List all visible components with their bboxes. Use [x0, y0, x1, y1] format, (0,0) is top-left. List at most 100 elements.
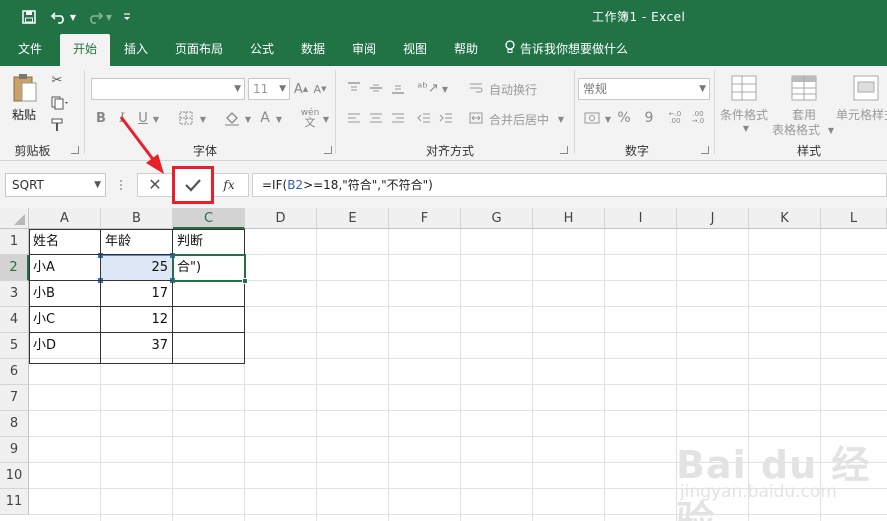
row-header[interactable]: 9	[0, 437, 29, 463]
align-right-icon[interactable]	[388, 108, 408, 128]
tell-me-search[interactable]: 告诉我你想要做什么	[504, 34, 628, 66]
insert-function-button[interactable]: fx	[219, 175, 239, 195]
customize-quick-access-icon[interactable]	[120, 7, 134, 27]
tab-file[interactable]: 文件	[8, 34, 52, 66]
number-launcher-icon[interactable]	[701, 146, 709, 154]
chevron-down-icon[interactable]: ▼	[826, 124, 836, 136]
align-bottom-icon[interactable]	[388, 78, 408, 98]
column-header[interactable]: L	[821, 208, 887, 229]
clipboard-launcher-icon[interactable]	[71, 146, 79, 154]
orientation-icon[interactable]: ᵃᵇ↗	[416, 78, 440, 98]
decrease-decimal-icon[interactable]: .00 →.0	[688, 108, 708, 128]
column-header[interactable]: D	[245, 208, 317, 229]
increase-decimal-icon[interactable]: ←.0.00	[665, 108, 685, 128]
worksheet-grid[interactable]: A B C D E F G H I J K L 1 2 3 4 5 6 7 8 …	[0, 208, 887, 521]
number-format-combo[interactable]: 常规 ▼	[578, 78, 710, 100]
column-header[interactable]: I	[605, 208, 677, 229]
cell-a5[interactable]: 小D	[29, 333, 100, 358]
cell-b2[interactable]: 25	[101, 255, 172, 280]
merge-center-icon[interactable]	[466, 108, 486, 128]
column-header[interactable]: G	[461, 208, 533, 229]
save-icon[interactable]	[19, 7, 39, 27]
name-box[interactable]: SQRT ▼	[5, 173, 106, 197]
cancel-formula-icon[interactable]: ✕	[145, 175, 165, 195]
conditional-formatting-label[interactable]: 条件格式	[720, 106, 768, 123]
cell-a1[interactable]: 姓名	[29, 229, 100, 254]
align-center-icon[interactable]	[366, 108, 386, 128]
paste-label[interactable]: 粘贴	[12, 106, 36, 123]
cell-b4[interactable]: 12	[101, 307, 172, 332]
align-middle-icon[interactable]	[366, 78, 386, 98]
chevron-down-icon[interactable]: ▼	[603, 112, 613, 126]
wrap-text-icon[interactable]	[466, 78, 486, 98]
cell-a3[interactable]: 小B	[29, 281, 100, 306]
align-left-icon[interactable]	[344, 108, 364, 128]
chevron-down-icon[interactable]: ▼	[440, 82, 450, 96]
cell-a4[interactable]: 小C	[29, 307, 100, 332]
chevron-down-icon[interactable]: ▼	[321, 112, 331, 126]
increase-indent-icon[interactable]	[436, 108, 456, 128]
cell-styles-label[interactable]: 单元格样式	[836, 106, 887, 123]
underline-button[interactable]: U	[136, 108, 150, 128]
fill-color-icon[interactable]	[222, 108, 242, 128]
alignment-launcher-icon[interactable]	[560, 146, 568, 154]
tab-home[interactable]: 开始	[60, 34, 110, 66]
column-header[interactable]: K	[749, 208, 821, 229]
column-header[interactable]: A	[29, 208, 101, 229]
cell-styles-icon[interactable]	[850, 72, 882, 104]
format-as-table-label-2[interactable]: 表格格式	[772, 121, 820, 138]
chevron-down-icon[interactable]: ▼	[274, 112, 284, 126]
decrease-indent-icon[interactable]	[414, 108, 434, 128]
chevron-down-icon[interactable]: ▼	[243, 112, 253, 126]
borders-icon[interactable]	[176, 108, 196, 128]
chevron-down-icon[interactable]: ▼	[151, 112, 161, 126]
row-header[interactable]: 1	[0, 229, 29, 255]
row-header[interactable]: 6	[0, 359, 29, 385]
row-header[interactable]: 2	[0, 255, 29, 281]
phonetic-guide-icon[interactable]: wén 文	[298, 106, 322, 130]
cell-b1[interactable]: 年龄	[101, 229, 172, 254]
tab-formulas[interactable]: 公式	[242, 34, 282, 66]
column-header[interactable]: E	[317, 208, 389, 229]
row-header[interactable]: 11	[0, 489, 29, 515]
increase-font-icon[interactable]: A ▲	[293, 78, 309, 100]
percent-style-button[interactable]: %	[615, 108, 633, 128]
conditional-formatting-icon[interactable]	[728, 72, 760, 104]
tab-page-layout[interactable]: 页面布局	[166, 34, 232, 66]
align-top-icon[interactable]	[344, 78, 364, 98]
cell-a2[interactable]: 小A	[29, 255, 100, 280]
column-header[interactable]: F	[389, 208, 461, 229]
formula-input[interactable]: =IF(B2>=18,"符合","不符合")	[252, 173, 887, 197]
tab-help[interactable]: 帮助	[446, 34, 486, 66]
font-launcher-icon[interactable]	[324, 146, 332, 154]
copy-icon[interactable]	[48, 94, 72, 112]
cell-b5[interactable]: 37	[101, 333, 172, 358]
column-header[interactable]: H	[533, 208, 605, 229]
column-header[interactable]: J	[677, 208, 749, 229]
paste-icon[interactable]	[11, 72, 39, 104]
decrease-font-icon[interactable]: A ▼	[312, 78, 328, 100]
font-name-combo[interactable]: ▼	[91, 78, 245, 100]
italic-button[interactable]: I	[115, 108, 129, 128]
enter-formula-button[interactable]	[172, 166, 214, 204]
tab-view[interactable]: 视图	[394, 34, 436, 66]
row-header[interactable]: 3	[0, 281, 29, 307]
format-painter-icon[interactable]	[48, 116, 66, 134]
row-header[interactable]: 7	[0, 385, 29, 411]
font-size-combo[interactable]: 11 ▼	[248, 78, 290, 100]
row-header[interactable]: 10	[0, 463, 29, 489]
merge-center-label[interactable]: 合并后居中	[489, 111, 549, 128]
tab-review[interactable]: 审阅	[343, 34, 385, 66]
font-color-icon[interactable]: A	[257, 108, 273, 128]
column-header[interactable]: B	[101, 208, 173, 229]
chevron-down-icon[interactable]: ▼	[198, 112, 208, 126]
tab-insert[interactable]: 插入	[115, 34, 157, 66]
column-header[interactable]: C	[173, 208, 245, 229]
cell-b3[interactable]: 17	[101, 281, 172, 306]
cut-icon[interactable]: ✂	[48, 71, 66, 89]
tab-data[interactable]: 数据	[292, 34, 334, 66]
format-as-table-icon[interactable]	[788, 72, 820, 104]
row-header[interactable]: 8	[0, 411, 29, 437]
wrap-text-label[interactable]: 自动换行	[489, 81, 537, 98]
chevron-down-icon[interactable]: ▼	[556, 112, 566, 126]
